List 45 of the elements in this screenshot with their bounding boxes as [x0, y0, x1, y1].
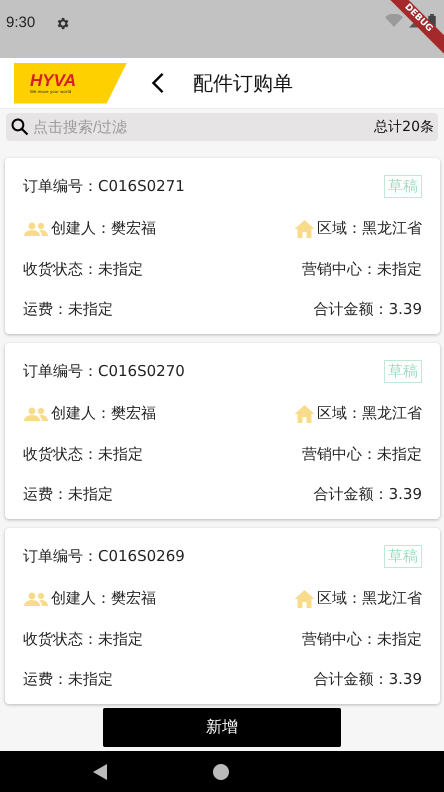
order-card[interactable]: 订单编号：C016S0269 草稿 创建人：樊宏福 区域：黑龙江省 收货状态：未指定 营销中心：未指定 运费：未指定 合计金额：3.39 [5, 528, 440, 704]
freight: 运费：未指定 [23, 670, 113, 690]
creator: 创建人：樊宏福 [51, 589, 156, 608]
total-amount: 合计金额：3.39 [314, 300, 422, 320]
total-amount: 合计金额：3.39 [314, 670, 422, 690]
status-tag: 草稿 [384, 360, 422, 383]
region: 区域：黑龙江省 [317, 219, 422, 238]
home-icon [294, 220, 315, 238]
freight: 运费：未指定 [23, 300, 113, 320]
wifi-icon [385, 14, 403, 28]
search-field[interactable]: 点击搜索/过滤 [33, 118, 372, 136]
receipt-status: 收货状态：未指定 [23, 444, 143, 464]
home-icon [294, 590, 315, 608]
receipt-status: 收货状态：未指定 [23, 260, 143, 279]
status-tag: 草稿 [384, 174, 422, 198]
marketing-center: 营销中心：未指定 [302, 444, 422, 464]
settings-icon [55, 16, 70, 31]
page-title: 配件订购单 [193, 70, 293, 96]
region: 区域：黑龙江省 [317, 589, 422, 608]
order-card[interactable]: 订单编号：C016S0271 草稿 创建人：樊宏福 区域：黑龙江省 收货状态：未指定 营销中心：未指定 运费：未指定 合计金额：3.39 [5, 158, 440, 334]
home-icon [294, 404, 315, 423]
add-button[interactable]: 新增 [103, 708, 341, 747]
region: 区域：黑龙江省 [317, 404, 422, 424]
back-icon[interactable] [151, 72, 165, 94]
order-number: 订单编号：C016S0271 [23, 176, 185, 196]
total-amount: 合计金额：3.39 [314, 485, 422, 504]
people-icon [23, 592, 49, 606]
status-time: 9:30 [6, 14, 36, 31]
freight: 运费：未指定 [23, 485, 113, 504]
receipt-status: 收货状态：未指定 [23, 630, 143, 649]
back-nav-icon[interactable] [93, 764, 107, 780]
order-number: 订单编号：C016S0270 [23, 362, 185, 381]
order-card[interactable]: 订单编号：C016S0270 草稿 创建人：樊宏福 区域：黑龙江省 收货状态：未指定 营销中心：未指定 运费：未指定 合计金额：3.39 [5, 343, 440, 519]
home-nav-icon[interactable] [213, 764, 229, 780]
search-bar[interactable]: 点击搜索/过滤 总计20条 [6, 113, 438, 141]
marketing-center: 营销中心：未指定 [302, 260, 422, 279]
creator: 创建人：樊宏福 [51, 404, 156, 424]
people-icon [23, 222, 49, 236]
total-count: 总计20条 [374, 118, 434, 136]
marketing-center: 营销中心：未指定 [302, 630, 422, 649]
people-icon [23, 406, 49, 421]
status-tag: 草稿 [384, 544, 422, 568]
search-icon [10, 117, 30, 137]
creator: 创建人：樊宏福 [51, 219, 156, 238]
order-number: 订单编号：C016S0269 [23, 546, 185, 566]
